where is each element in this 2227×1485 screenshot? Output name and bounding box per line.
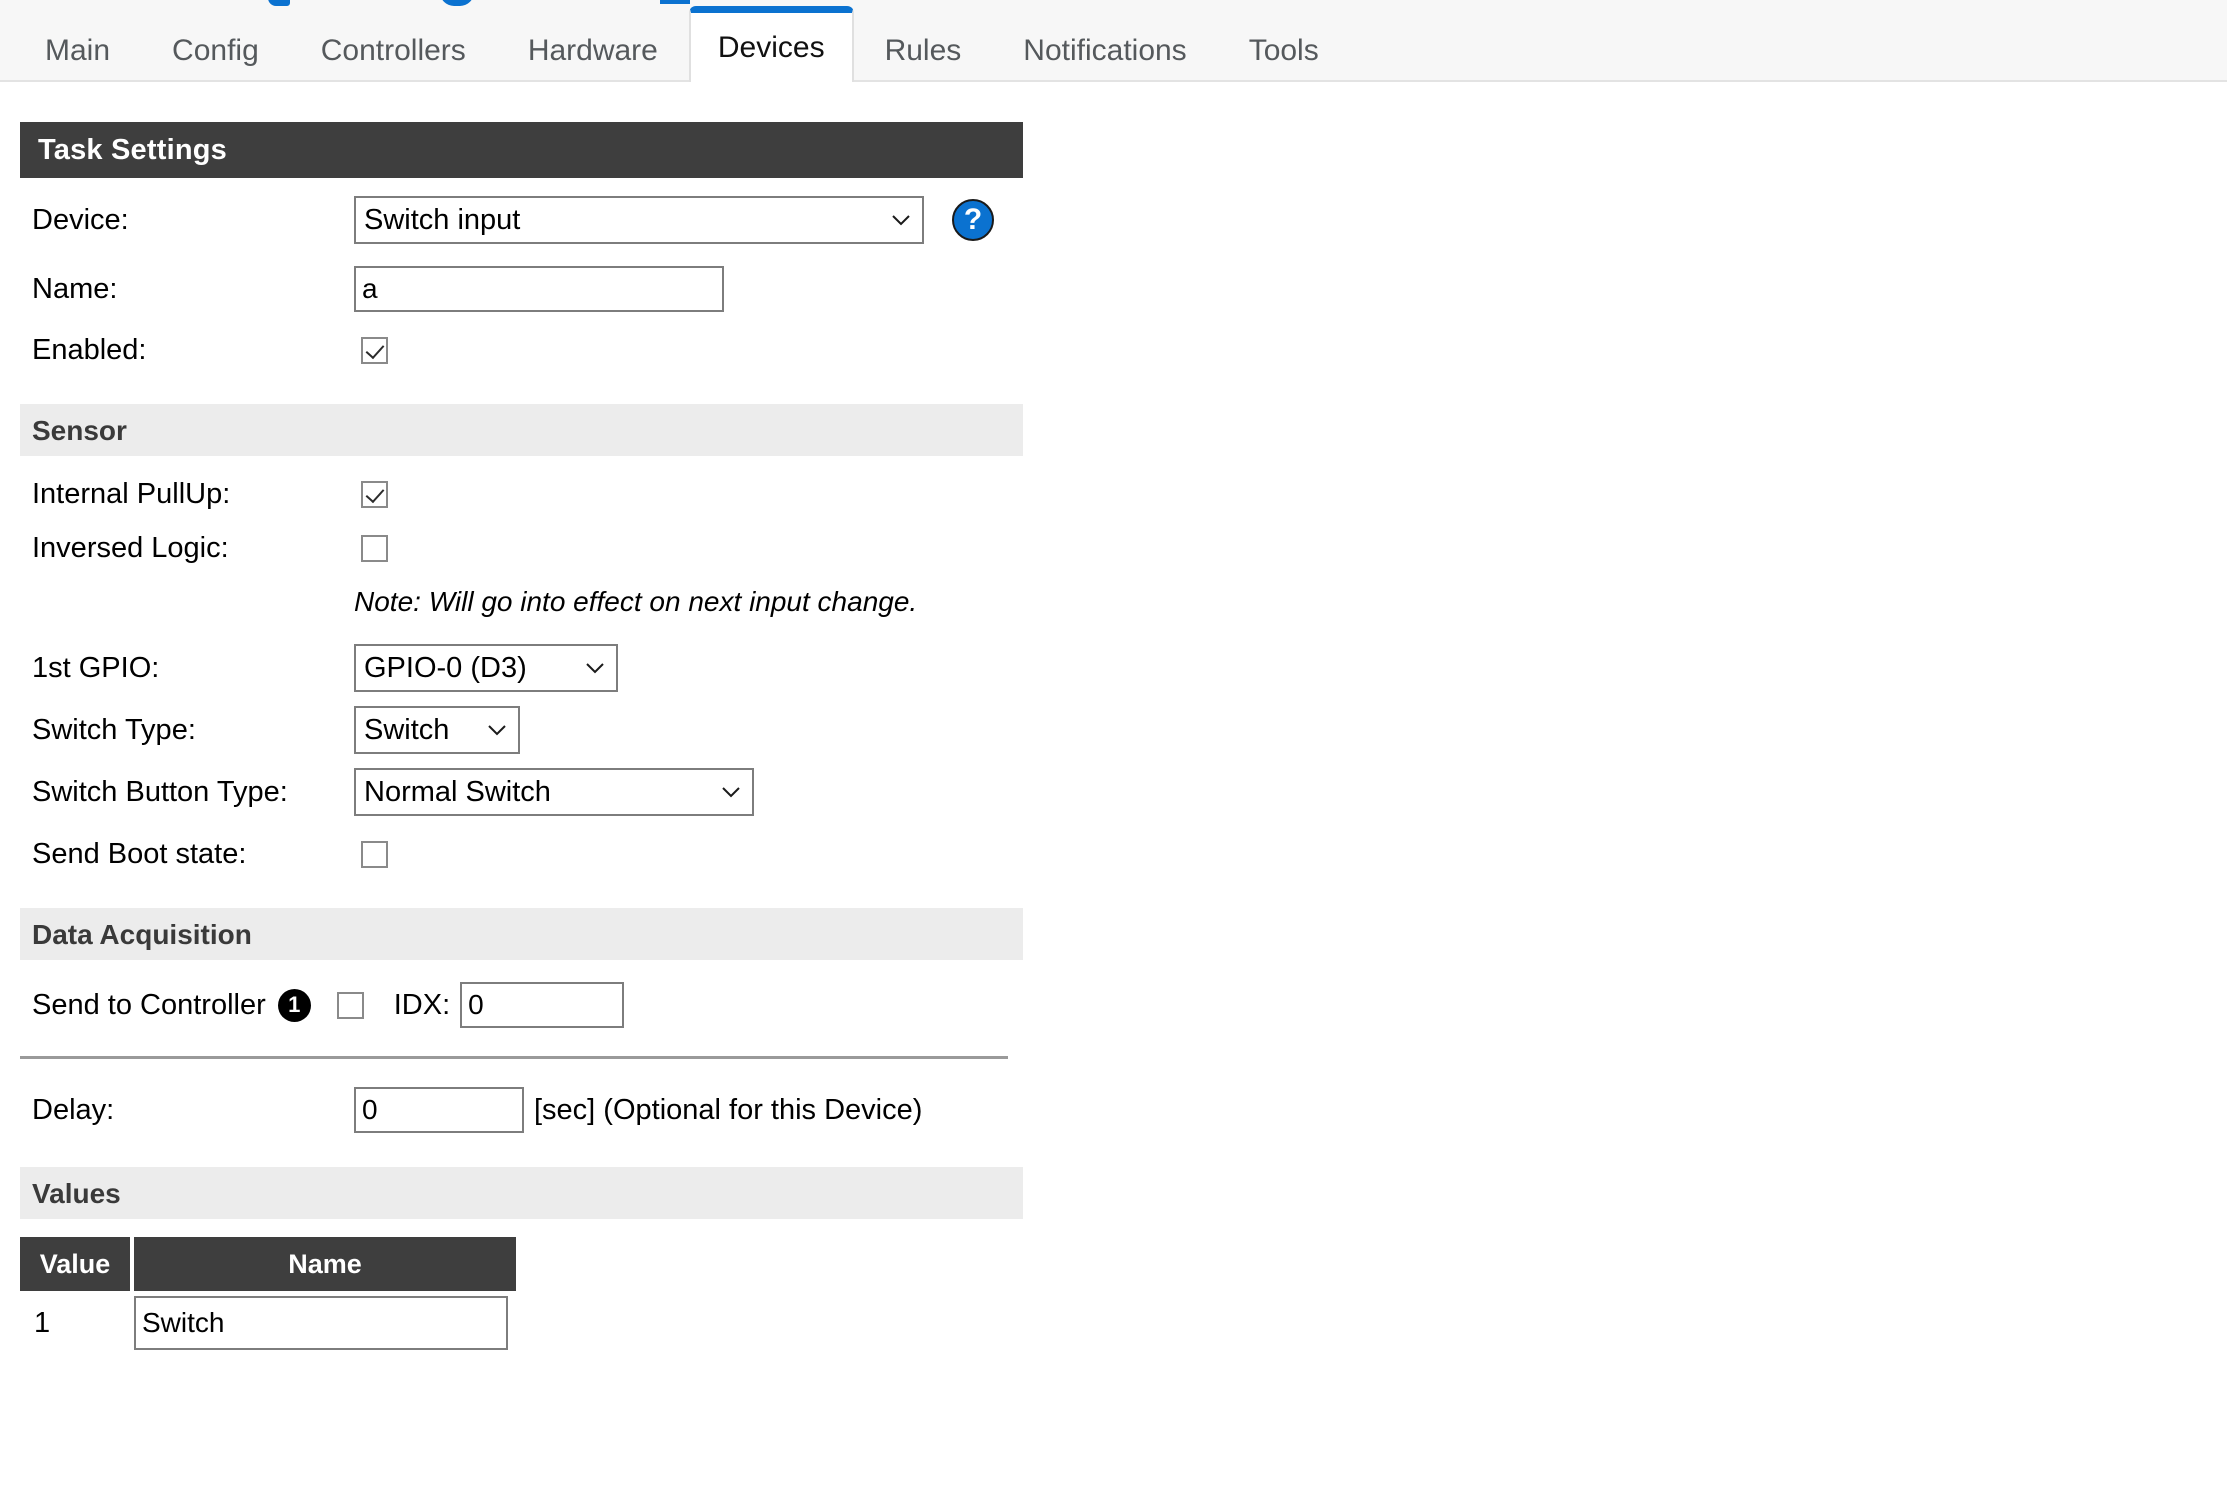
sensor-section-header: Sensor xyxy=(20,404,1023,456)
inversed-logic-checkbox[interactable] xyxy=(361,534,388,562)
enabled-label: Enabled: xyxy=(32,333,147,366)
first-gpio-row: 1st GPIO: GPIO-0 (D3) xyxy=(20,644,1023,692)
tab-hardware-label: Hardware xyxy=(527,34,658,67)
tab-notifications-label: Notifications xyxy=(1023,34,1187,67)
switch-type-row: Switch Type: Switch xyxy=(20,706,1023,754)
first-gpio-select[interactable]: GPIO-0 (D3) xyxy=(354,644,618,692)
tab-rules[interactable]: Rules xyxy=(854,22,993,80)
tab-controllers[interactable]: Controllers xyxy=(290,22,497,80)
value-name-cell xyxy=(134,1291,516,1355)
tab-controllers-label: Controllers xyxy=(320,34,466,67)
tab-hardware[interactable]: Hardware xyxy=(497,22,689,80)
values-table-header-row: Value Name xyxy=(20,1237,516,1291)
name-row: Name: xyxy=(20,266,1023,312)
send-boot-state-row: Send Boot state: xyxy=(20,834,1023,874)
values-table: Value Name 1 xyxy=(16,1237,520,1355)
main-navigation-tabbar: Main Config Controllers Hardware Devices… xyxy=(0,6,2227,82)
question-mark-icon[interactable]: ? xyxy=(952,199,994,241)
idx-input[interactable] xyxy=(460,982,625,1028)
value-name-input[interactable] xyxy=(134,1296,508,1350)
switch-type-label: Switch Type: xyxy=(32,713,196,746)
name-label: Name: xyxy=(32,272,118,305)
device-select-value: Switch input xyxy=(364,203,521,236)
chevron-down-icon xyxy=(582,655,608,681)
table-row: 1 xyxy=(20,1291,516,1355)
delay-input[interactable] xyxy=(354,1087,524,1133)
inversed-logic-note-row: Note: Will go into effect on next input … xyxy=(20,582,1023,622)
inversed-logic-note: Note: Will go into effect on next input … xyxy=(354,586,918,617)
idx-label: IDX: xyxy=(393,988,451,1021)
chevron-down-icon xyxy=(484,717,510,743)
send-boot-state-checkbox[interactable] xyxy=(361,840,388,868)
value-index-cell: 1 xyxy=(34,1306,51,1339)
controller-index-badge: 1 xyxy=(277,988,311,1022)
internal-pullup-row: Internal PullUp: xyxy=(20,474,1023,514)
logo-fragment-right xyxy=(660,0,690,4)
tab-config[interactable]: Config xyxy=(141,22,290,80)
send-to-controller-row: Send to Controller 1 IDX: xyxy=(20,982,1023,1028)
name-input[interactable] xyxy=(354,266,724,312)
switch-button-type-label: Switch Button Type: xyxy=(32,775,288,808)
inversed-logic-label: Inversed Logic: xyxy=(32,531,229,564)
tab-main-label: Main xyxy=(45,34,111,67)
first-gpio-label: 1st GPIO: xyxy=(32,651,160,684)
enabled-row: Enabled: xyxy=(20,330,1023,370)
tab-config-label: Config xyxy=(172,34,259,67)
tab-devices[interactable]: Devices xyxy=(688,6,854,82)
task-settings-header: Task Settings xyxy=(20,122,1023,178)
tab-rules-label: Rules xyxy=(884,34,962,67)
send-boot-state-label: Send Boot state: xyxy=(32,837,247,870)
switch-type-select-value: Switch xyxy=(364,713,450,746)
chevron-down-icon xyxy=(718,779,744,805)
device-label: Device: xyxy=(32,203,129,236)
send-to-controller-label: Send to Controller xyxy=(32,988,266,1021)
values-section-header: Values xyxy=(20,1167,1023,1219)
switch-button-type-select[interactable]: Normal Switch xyxy=(354,768,754,816)
inversed-logic-row: Inversed Logic: xyxy=(20,528,1023,568)
delay-label: Delay: xyxy=(32,1093,115,1126)
data-acquisition-section-header: Data Acquisition xyxy=(20,908,1023,960)
internal-pullup-checkbox[interactable] xyxy=(361,480,388,508)
device-configuration-form: Task Settings Device: Switch input ? Nam… xyxy=(20,122,1023,1355)
tab-notifications[interactable]: Notifications xyxy=(992,22,1217,80)
switch-type-select[interactable]: Switch xyxy=(354,706,520,754)
values-column-name: Name xyxy=(134,1237,516,1291)
switch-button-type-select-value: Normal Switch xyxy=(364,775,551,808)
tab-devices-label: Devices xyxy=(717,30,825,64)
send-to-controller-checkbox[interactable] xyxy=(336,991,364,1019)
device-select[interactable]: Switch input xyxy=(354,196,924,244)
device-row: Device: Switch input ? xyxy=(20,196,1023,244)
values-column-value: Value xyxy=(20,1237,130,1291)
tab-list: Main Config Controllers Hardware Devices… xyxy=(14,6,1350,82)
tab-tools[interactable]: Tools xyxy=(1218,22,1350,80)
internal-pullup-label: Internal PullUp: xyxy=(32,477,231,510)
tab-main[interactable]: Main xyxy=(14,22,141,80)
delay-row: Delay: [sec] (Optional for this Device) xyxy=(20,1087,1023,1133)
enabled-checkbox[interactable] xyxy=(361,336,388,364)
delay-unit-label: [sec] (Optional for this Device) xyxy=(534,1093,923,1126)
switch-button-type-row: Switch Button Type: Normal Switch xyxy=(20,768,1023,816)
first-gpio-select-value: GPIO-0 (D3) xyxy=(364,651,527,684)
chevron-down-icon xyxy=(888,207,914,233)
tab-tools-label: Tools xyxy=(1248,34,1319,67)
